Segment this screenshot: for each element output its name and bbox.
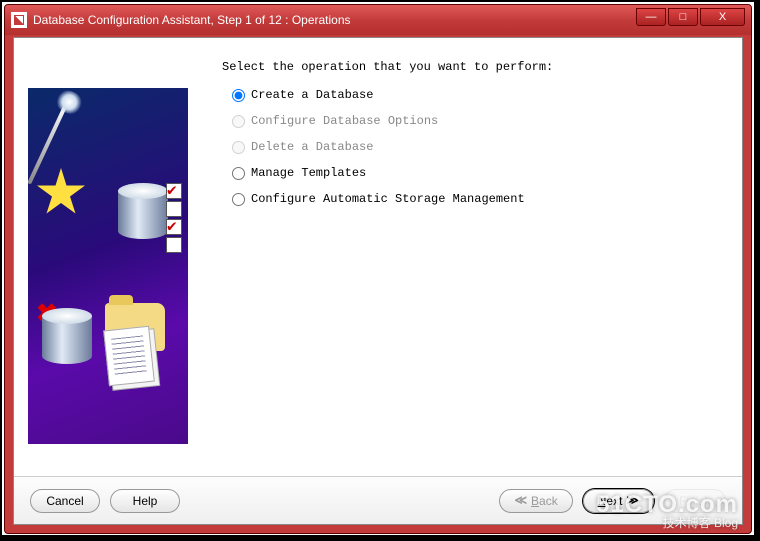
option-configure-asm[interactable]: Configure Automatic Storage Management	[232, 192, 722, 206]
option-delete-database: Delete a Database	[232, 140, 722, 154]
titlebar[interactable]: Database Configuration Assistant, Step 1…	[5, 5, 751, 35]
help-button[interactable]: Help	[110, 489, 180, 513]
next-label: Next	[598, 494, 623, 508]
arrow-left-icon: ≪	[514, 493, 527, 508]
wand-icon	[28, 101, 69, 184]
back-label: Back	[531, 494, 558, 508]
app-icon	[11, 12, 27, 28]
radio-manage-templates[interactable]	[232, 167, 245, 180]
wizard-sidebar-image: ✖	[28, 88, 188, 444]
close-button[interactable]: X	[700, 8, 745, 26]
content-area: ✖ Select the operation that you want to …	[14, 38, 742, 474]
option-label: Delete a Database	[251, 140, 373, 154]
outer-frame: Database Configuration Assistant, Step 1…	[0, 0, 756, 537]
radio-configure-asm[interactable]	[232, 193, 245, 206]
radio-create-database[interactable]	[232, 89, 245, 102]
database-cylinder-icon	[118, 183, 168, 243]
option-label: Configure Automatic Storage Management	[251, 192, 525, 206]
back-button: ≪ Back	[499, 489, 572, 513]
documents-icon	[103, 326, 155, 387]
option-label: Create a Database	[251, 88, 373, 102]
finish-label: Finish	[679, 494, 711, 508]
star-icon	[36, 168, 86, 218]
window-title: Database Configuration Assistant, Step 1…	[33, 13, 636, 27]
main-panel: Select the operation that you want to pe…	[188, 38, 742, 474]
option-manage-templates[interactable]: Manage Templates	[232, 166, 722, 180]
wizard-footer: Cancel Help ≪ Back Next ≫ Finish	[14, 476, 742, 524]
option-label: Configure Database Options	[251, 114, 438, 128]
application-window: Database Configuration Assistant, Step 1…	[4, 4, 752, 534]
client-area: ✖ Select the operation that you want to …	[13, 37, 743, 525]
next-button[interactable]: Next ≫	[583, 489, 654, 513]
option-create-database[interactable]: Create a Database	[232, 88, 722, 102]
option-label: Manage Templates	[251, 166, 366, 180]
radio-delete-database	[232, 141, 245, 154]
maximize-button[interactable]: □	[668, 8, 698, 26]
window-controls: — □ X	[636, 8, 745, 26]
checklist-icon	[166, 183, 182, 253]
minimize-button[interactable]: —	[636, 8, 666, 26]
finish-button: Finish	[664, 489, 726, 513]
option-configure-database: Configure Database Options	[232, 114, 722, 128]
database-cylinder-icon	[42, 308, 92, 368]
radio-configure-database	[232, 115, 245, 128]
prompt-text: Select the operation that you want to pe…	[222, 60, 722, 74]
cancel-button[interactable]: Cancel	[30, 489, 100, 513]
arrow-right-icon: ≫	[626, 493, 639, 508]
operation-options: Create a Database Configure Database Opt…	[232, 88, 722, 206]
